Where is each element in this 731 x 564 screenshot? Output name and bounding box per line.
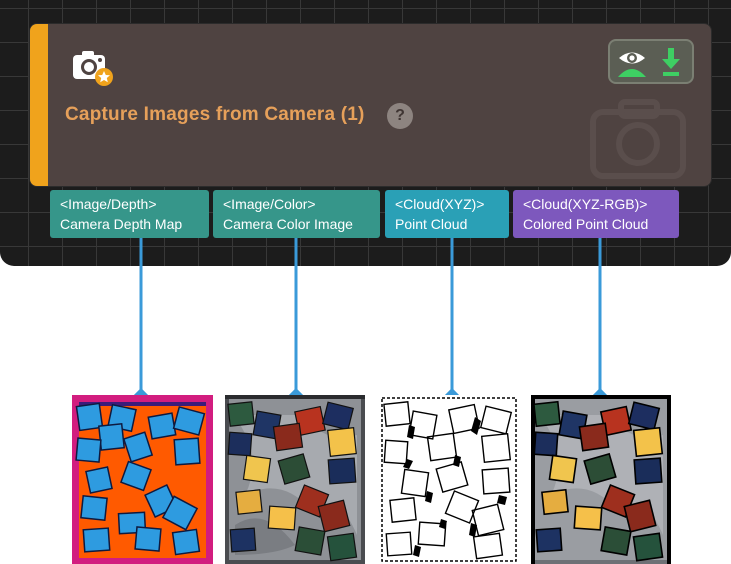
depth-map-preview	[72, 395, 213, 564]
colored-point-cloud-preview	[531, 395, 671, 564]
point-cloud-preview	[379, 395, 519, 564]
color-image-preview	[225, 395, 365, 564]
